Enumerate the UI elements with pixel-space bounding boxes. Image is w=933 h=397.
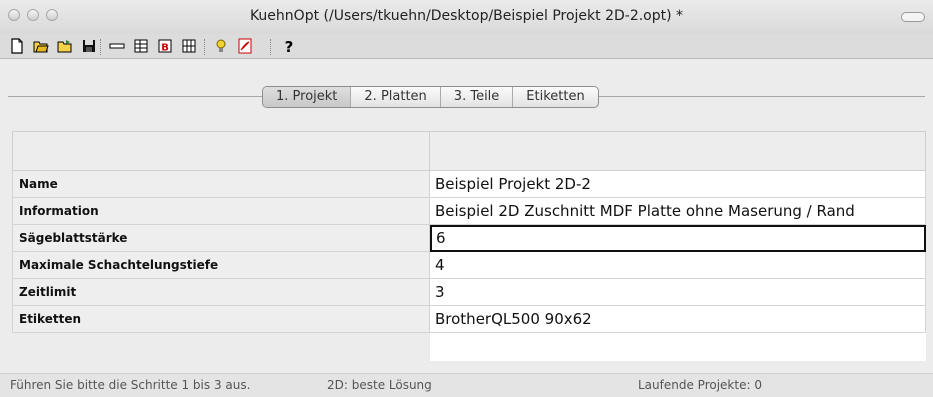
table-row: Sägeblattstärke 6	[12, 225, 926, 252]
table-row: Zeitlimit 3	[12, 279, 926, 306]
app-window: KuehnOpt (/Users/tkuehn/Desktop/Beispiel…	[0, 0, 933, 397]
pdf-icon[interactable]	[236, 37, 254, 55]
project-name-field[interactable]: Beispiel Projekt 2D-2	[430, 171, 926, 198]
status-mode: 2D: beste Lösung	[327, 378, 432, 392]
blade-thickness-field[interactable]: 6	[430, 225, 926, 252]
tab-etiketten[interactable]: Etiketten	[513, 87, 597, 107]
property-label: Sägeblattstärke	[12, 225, 430, 252]
panel-horizontal-icon[interactable]	[108, 37, 126, 55]
time-limit-field[interactable]: 3	[430, 279, 926, 306]
title-bar: KuehnOpt (/Users/tkuehn/Desktop/Beispiel…	[0, 0, 933, 34]
property-label: Name	[12, 171, 430, 198]
window-title: KuehnOpt (/Users/tkuehn/Desktop/Beispiel…	[249, 8, 684, 24]
table-icon[interactable]	[132, 37, 150, 55]
open-folder-icon[interactable]	[32, 37, 50, 55]
header-cell-property	[12, 131, 430, 171]
property-label: Maximale Schachtelungstiefe	[12, 252, 430, 279]
new-file-icon[interactable]	[8, 37, 26, 55]
status-bar: Führen Sie bitte die Schritte 1 bis 3 au…	[0, 373, 933, 397]
max-nesting-depth-field[interactable]: 4	[430, 252, 926, 279]
svg-text:?: ?	[285, 38, 294, 54]
information-field[interactable]: Beispiel 2D Zuschnitt MDF Platte ohne Ma…	[430, 198, 926, 225]
status-hint: Führen Sie bitte die Schritte 1 bis 3 au…	[10, 378, 251, 392]
labels-field[interactable]: BrotherQL500 90x62	[430, 306, 926, 333]
grid-view-icon[interactable]	[180, 37, 198, 55]
tab-platten[interactable]: 2. Platten	[351, 87, 441, 107]
project-properties-table: Name Beispiel Projekt 2D-2 Information B…	[12, 131, 926, 361]
table-row: Maximale Schachtelungstiefe 4	[12, 252, 926, 279]
toolbar: B ?	[0, 34, 933, 59]
step-tabs: 1. Projekt 2. Platten 3. Teile Etiketten	[262, 86, 599, 108]
property-label: Zeitlimit	[12, 279, 430, 306]
property-label: Etiketten	[12, 306, 430, 333]
help-icon[interactable]: ?	[280, 37, 298, 55]
save-icon[interactable]	[80, 37, 98, 55]
tab-teile[interactable]: 3. Teile	[441, 87, 514, 107]
table-row: Name Beispiel Projekt 2D-2	[12, 171, 926, 198]
table-row: Etiketten BrotherQL500 90x62	[12, 306, 926, 333]
property-label: Information	[12, 198, 430, 225]
status-running-projects: Laufende Projekte: 0	[638, 378, 762, 392]
tab-projekt[interactable]: 1. Projekt	[263, 87, 352, 107]
open-recent-icon[interactable]	[56, 37, 74, 55]
header-cell-value	[430, 131, 926, 171]
table-header	[12, 131, 926, 171]
table-empty-row	[12, 333, 926, 361]
label-b-icon[interactable]: B	[156, 37, 174, 55]
toolbar-toggle-button[interactable]	[901, 12, 925, 22]
table-row: Information Beispiel 2D Zuschnitt MDF Pl…	[12, 198, 926, 225]
svg-text:B: B	[161, 43, 169, 54]
lightbulb-icon[interactable]	[212, 37, 230, 55]
